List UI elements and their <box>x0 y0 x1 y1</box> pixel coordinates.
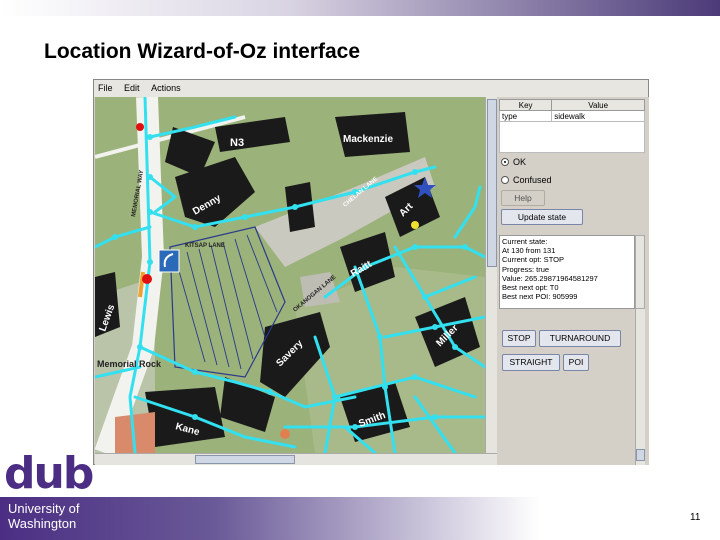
map-vertical-scroll-thumb[interactable] <box>487 99 497 267</box>
map-marker-red-top[interactable] <box>136 123 144 131</box>
map-marker-current-location[interactable] <box>142 274 152 284</box>
university-name: University of Washington <box>8 501 80 531</box>
table-header-value: Value <box>551 99 645 111</box>
straight-button[interactable]: STRAIGHT <box>502 354 560 371</box>
map-label-n3: N3 <box>230 137 244 149</box>
menu-file[interactable]: File <box>94 80 118 93</box>
current-state-box: Current state: At 130 from 131 Current o… <box>499 235 635 309</box>
map-poi-icon <box>280 429 290 439</box>
map-label-kitsap-lane: KITSAP LANE <box>185 243 225 249</box>
menu-actions[interactable]: Actions <box>147 80 186 93</box>
map-building-kane <box>145 387 225 447</box>
state-line: Best next opt: T0 <box>502 283 559 293</box>
map-label-memorial-rock: Memorial Rock <box>97 359 162 369</box>
radio-confused-label: Confused <box>513 175 552 185</box>
state-title: Current state: <box>502 237 548 246</box>
map-horizontal-scroll-thumb[interactable] <box>195 455 295 464</box>
dub-logo: dub <box>4 448 94 499</box>
university-line-1: University of <box>8 501 80 516</box>
table-header-key: Key <box>498 99 553 111</box>
page-number: 11 <box>690 512 701 523</box>
update-state-button[interactable]: Update state <box>501 209 583 225</box>
state-scrollbar[interactable] <box>635 235 645 309</box>
radio-ok[interactable]: OK <box>501 157 526 167</box>
poi-button[interactable]: POI <box>563 354 589 371</box>
map-label-mackenzie: Mackenzie <box>343 134 393 145</box>
table-cell-key: type <box>498 110 553 122</box>
top-gradient-bar <box>0 0 720 16</box>
radio-ok-indicator[interactable] <box>501 158 509 166</box>
map-horizontal-scrollbar[interactable] <box>95 453 497 465</box>
panel-scrollbar[interactable] <box>635 309 645 465</box>
state-line: Progress: true <box>502 264 550 274</box>
state-line: Best next POI: 905999 <box>502 292 578 302</box>
key-value-table: Key Value type sidewalk <box>498 99 645 122</box>
table-row[interactable]: type sidewalk <box>498 110 645 122</box>
state-line: At 130 from 131 <box>502 246 556 256</box>
panel-scroll-thumb[interactable] <box>636 449 645 461</box>
wizard-app-window: File Edit Actions N3 Mackenzie Denny MEM… <box>93 79 649 465</box>
state-line: Current opt: STOP <box>502 255 564 265</box>
campus-map-svg: N3 Mackenzie Denny MEMORIAL WAY KITSAP L… <box>95 97 485 453</box>
radio-confused-indicator[interactable] <box>501 176 509 184</box>
turnaround-button[interactable]: TURNAROUND <box>539 330 621 347</box>
table-empty-area <box>499 121 645 153</box>
table-cell-value: sidewalk <box>551 110 645 122</box>
dub-logo-text: dub <box>4 448 94 499</box>
university-line-2: Washington <box>8 516 77 531</box>
bottom-gradient-bar <box>0 497 720 540</box>
slide-title: Location Wizard-of-Oz interface <box>44 40 360 63</box>
stop-button[interactable]: STOP <box>502 330 536 347</box>
menu-bar: File Edit Actions <box>94 80 648 97</box>
menu-edit[interactable]: Edit <box>120 80 145 93</box>
map-marker-yellow[interactable] <box>411 221 419 229</box>
state-line: Value: 265.29871964581297 <box>502 273 598 283</box>
phone-icon <box>158 249 180 273</box>
control-panel: Key Value type sidewalk OK Confused Help… <box>497 97 649 465</box>
help-button[interactable]: Help <box>501 190 545 206</box>
radio-confused[interactable]: Confused <box>501 175 552 185</box>
campus-map[interactable]: N3 Mackenzie Denny MEMORIAL WAY KITSAP L… <box>95 97 485 453</box>
radio-ok-label: OK <box>513 157 527 167</box>
